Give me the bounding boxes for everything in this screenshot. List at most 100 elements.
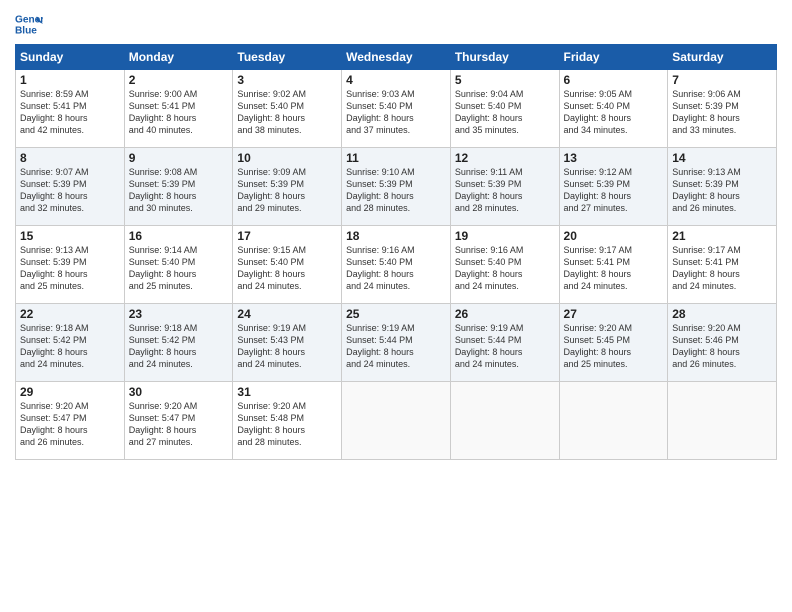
cell-content: Sunrise: 9:03 AM Sunset: 5:40 PM Dayligh… [346,88,446,137]
calendar-cell: 28Sunrise: 9:20 AM Sunset: 5:46 PM Dayli… [668,304,777,382]
calendar-cell: 15Sunrise: 9:13 AM Sunset: 5:39 PM Dayli… [16,226,125,304]
calendar-cell: 23Sunrise: 9:18 AM Sunset: 5:42 PM Dayli… [124,304,233,382]
calendar-cell: 29Sunrise: 9:20 AM Sunset: 5:47 PM Dayli… [16,382,125,460]
calendar-cell: 19Sunrise: 9:16 AM Sunset: 5:40 PM Dayli… [450,226,559,304]
day-number: 31 [237,385,337,399]
header-row: SundayMondayTuesdayWednesdayThursdayFrid… [16,45,777,70]
cell-content: Sunrise: 8:59 AM Sunset: 5:41 PM Dayligh… [20,88,120,137]
cell-content: Sunrise: 9:17 AM Sunset: 5:41 PM Dayligh… [564,244,664,293]
col-header-saturday: Saturday [668,45,777,70]
week-row-2: 8Sunrise: 9:07 AM Sunset: 5:39 PM Daylig… [16,148,777,226]
col-header-friday: Friday [559,45,668,70]
week-row-3: 15Sunrise: 9:13 AM Sunset: 5:39 PM Dayli… [16,226,777,304]
day-number: 13 [564,151,664,165]
cell-content: Sunrise: 9:07 AM Sunset: 5:39 PM Dayligh… [20,166,120,215]
cell-content: Sunrise: 9:16 AM Sunset: 5:40 PM Dayligh… [455,244,555,293]
cell-content: Sunrise: 9:20 AM Sunset: 5:47 PM Dayligh… [20,400,120,449]
day-number: 15 [20,229,120,243]
calendar-cell: 13Sunrise: 9:12 AM Sunset: 5:39 PM Dayli… [559,148,668,226]
calendar-cell: 8Sunrise: 9:07 AM Sunset: 5:39 PM Daylig… [16,148,125,226]
day-number: 2 [129,73,229,87]
cell-content: Sunrise: 9:19 AM Sunset: 5:44 PM Dayligh… [346,322,446,371]
calendar-table: SundayMondayTuesdayWednesdayThursdayFrid… [15,44,777,460]
cell-content: Sunrise: 9:14 AM Sunset: 5:40 PM Dayligh… [129,244,229,293]
cell-content: Sunrise: 9:20 AM Sunset: 5:47 PM Dayligh… [129,400,229,449]
day-number: 20 [564,229,664,243]
calendar-container: General Blue SundayMondayTuesdayWednesda… [0,0,792,470]
cell-content: Sunrise: 9:19 AM Sunset: 5:44 PM Dayligh… [455,322,555,371]
calendar-cell: 4Sunrise: 9:03 AM Sunset: 5:40 PM Daylig… [342,70,451,148]
col-header-wednesday: Wednesday [342,45,451,70]
day-number: 9 [129,151,229,165]
cell-content: Sunrise: 9:17 AM Sunset: 5:41 PM Dayligh… [672,244,772,293]
calendar-cell: 17Sunrise: 9:15 AM Sunset: 5:40 PM Dayli… [233,226,342,304]
cell-content: Sunrise: 9:02 AM Sunset: 5:40 PM Dayligh… [237,88,337,137]
col-header-thursday: Thursday [450,45,559,70]
calendar-cell: 25Sunrise: 9:19 AM Sunset: 5:44 PM Dayli… [342,304,451,382]
day-number: 3 [237,73,337,87]
week-row-1: 1Sunrise: 8:59 AM Sunset: 5:41 PM Daylig… [16,70,777,148]
day-number: 7 [672,73,772,87]
day-number: 22 [20,307,120,321]
calendar-cell: 10Sunrise: 9:09 AM Sunset: 5:39 PM Dayli… [233,148,342,226]
col-header-sunday: Sunday [16,45,125,70]
col-header-monday: Monday [124,45,233,70]
week-row-5: 29Sunrise: 9:20 AM Sunset: 5:47 PM Dayli… [16,382,777,460]
day-number: 10 [237,151,337,165]
day-number: 18 [346,229,446,243]
calendar-cell: 14Sunrise: 9:13 AM Sunset: 5:39 PM Dayli… [668,148,777,226]
calendar-cell: 31Sunrise: 9:20 AM Sunset: 5:48 PM Dayli… [233,382,342,460]
calendar-cell: 11Sunrise: 9:10 AM Sunset: 5:39 PM Dayli… [342,148,451,226]
day-number: 26 [455,307,555,321]
cell-content: Sunrise: 9:15 AM Sunset: 5:40 PM Dayligh… [237,244,337,293]
calendar-cell: 7Sunrise: 9:06 AM Sunset: 5:39 PM Daylig… [668,70,777,148]
calendar-cell: 12Sunrise: 9:11 AM Sunset: 5:39 PM Dayli… [450,148,559,226]
cell-content: Sunrise: 9:11 AM Sunset: 5:39 PM Dayligh… [455,166,555,215]
cell-content: Sunrise: 9:05 AM Sunset: 5:40 PM Dayligh… [564,88,664,137]
calendar-cell [668,382,777,460]
logo-icon: General Blue [15,10,43,38]
calendar-cell: 5Sunrise: 9:04 AM Sunset: 5:40 PM Daylig… [450,70,559,148]
day-number: 24 [237,307,337,321]
cell-content: Sunrise: 9:06 AM Sunset: 5:39 PM Dayligh… [672,88,772,137]
day-number: 11 [346,151,446,165]
day-number: 12 [455,151,555,165]
calendar-cell: 27Sunrise: 9:20 AM Sunset: 5:45 PM Dayli… [559,304,668,382]
calendar-cell: 26Sunrise: 9:19 AM Sunset: 5:44 PM Dayli… [450,304,559,382]
col-header-tuesday: Tuesday [233,45,342,70]
cell-content: Sunrise: 9:18 AM Sunset: 5:42 PM Dayligh… [129,322,229,371]
calendar-cell: 2Sunrise: 9:00 AM Sunset: 5:41 PM Daylig… [124,70,233,148]
calendar-cell: 6Sunrise: 9:05 AM Sunset: 5:40 PM Daylig… [559,70,668,148]
calendar-cell: 21Sunrise: 9:17 AM Sunset: 5:41 PM Dayli… [668,226,777,304]
day-number: 6 [564,73,664,87]
cell-content: Sunrise: 9:13 AM Sunset: 5:39 PM Dayligh… [20,244,120,293]
day-number: 21 [672,229,772,243]
calendar-cell [450,382,559,460]
calendar-cell: 3Sunrise: 9:02 AM Sunset: 5:40 PM Daylig… [233,70,342,148]
cell-content: Sunrise: 9:10 AM Sunset: 5:39 PM Dayligh… [346,166,446,215]
calendar-cell: 18Sunrise: 9:16 AM Sunset: 5:40 PM Dayli… [342,226,451,304]
day-number: 16 [129,229,229,243]
cell-content: Sunrise: 9:04 AM Sunset: 5:40 PM Dayligh… [455,88,555,137]
day-number: 29 [20,385,120,399]
cell-content: Sunrise: 9:16 AM Sunset: 5:40 PM Dayligh… [346,244,446,293]
cell-content: Sunrise: 9:20 AM Sunset: 5:48 PM Dayligh… [237,400,337,449]
svg-text:Blue: Blue [15,25,37,36]
day-number: 25 [346,307,446,321]
day-number: 28 [672,307,772,321]
day-number: 4 [346,73,446,87]
calendar-cell [559,382,668,460]
day-number: 27 [564,307,664,321]
calendar-cell: 16Sunrise: 9:14 AM Sunset: 5:40 PM Dayli… [124,226,233,304]
day-number: 1 [20,73,120,87]
day-number: 14 [672,151,772,165]
header: General Blue [15,10,777,38]
cell-content: Sunrise: 9:20 AM Sunset: 5:45 PM Dayligh… [564,322,664,371]
day-number: 23 [129,307,229,321]
calendar-cell: 1Sunrise: 8:59 AM Sunset: 5:41 PM Daylig… [16,70,125,148]
cell-content: Sunrise: 9:20 AM Sunset: 5:46 PM Dayligh… [672,322,772,371]
cell-content: Sunrise: 9:00 AM Sunset: 5:41 PM Dayligh… [129,88,229,137]
calendar-cell [342,382,451,460]
cell-content: Sunrise: 9:18 AM Sunset: 5:42 PM Dayligh… [20,322,120,371]
day-number: 8 [20,151,120,165]
